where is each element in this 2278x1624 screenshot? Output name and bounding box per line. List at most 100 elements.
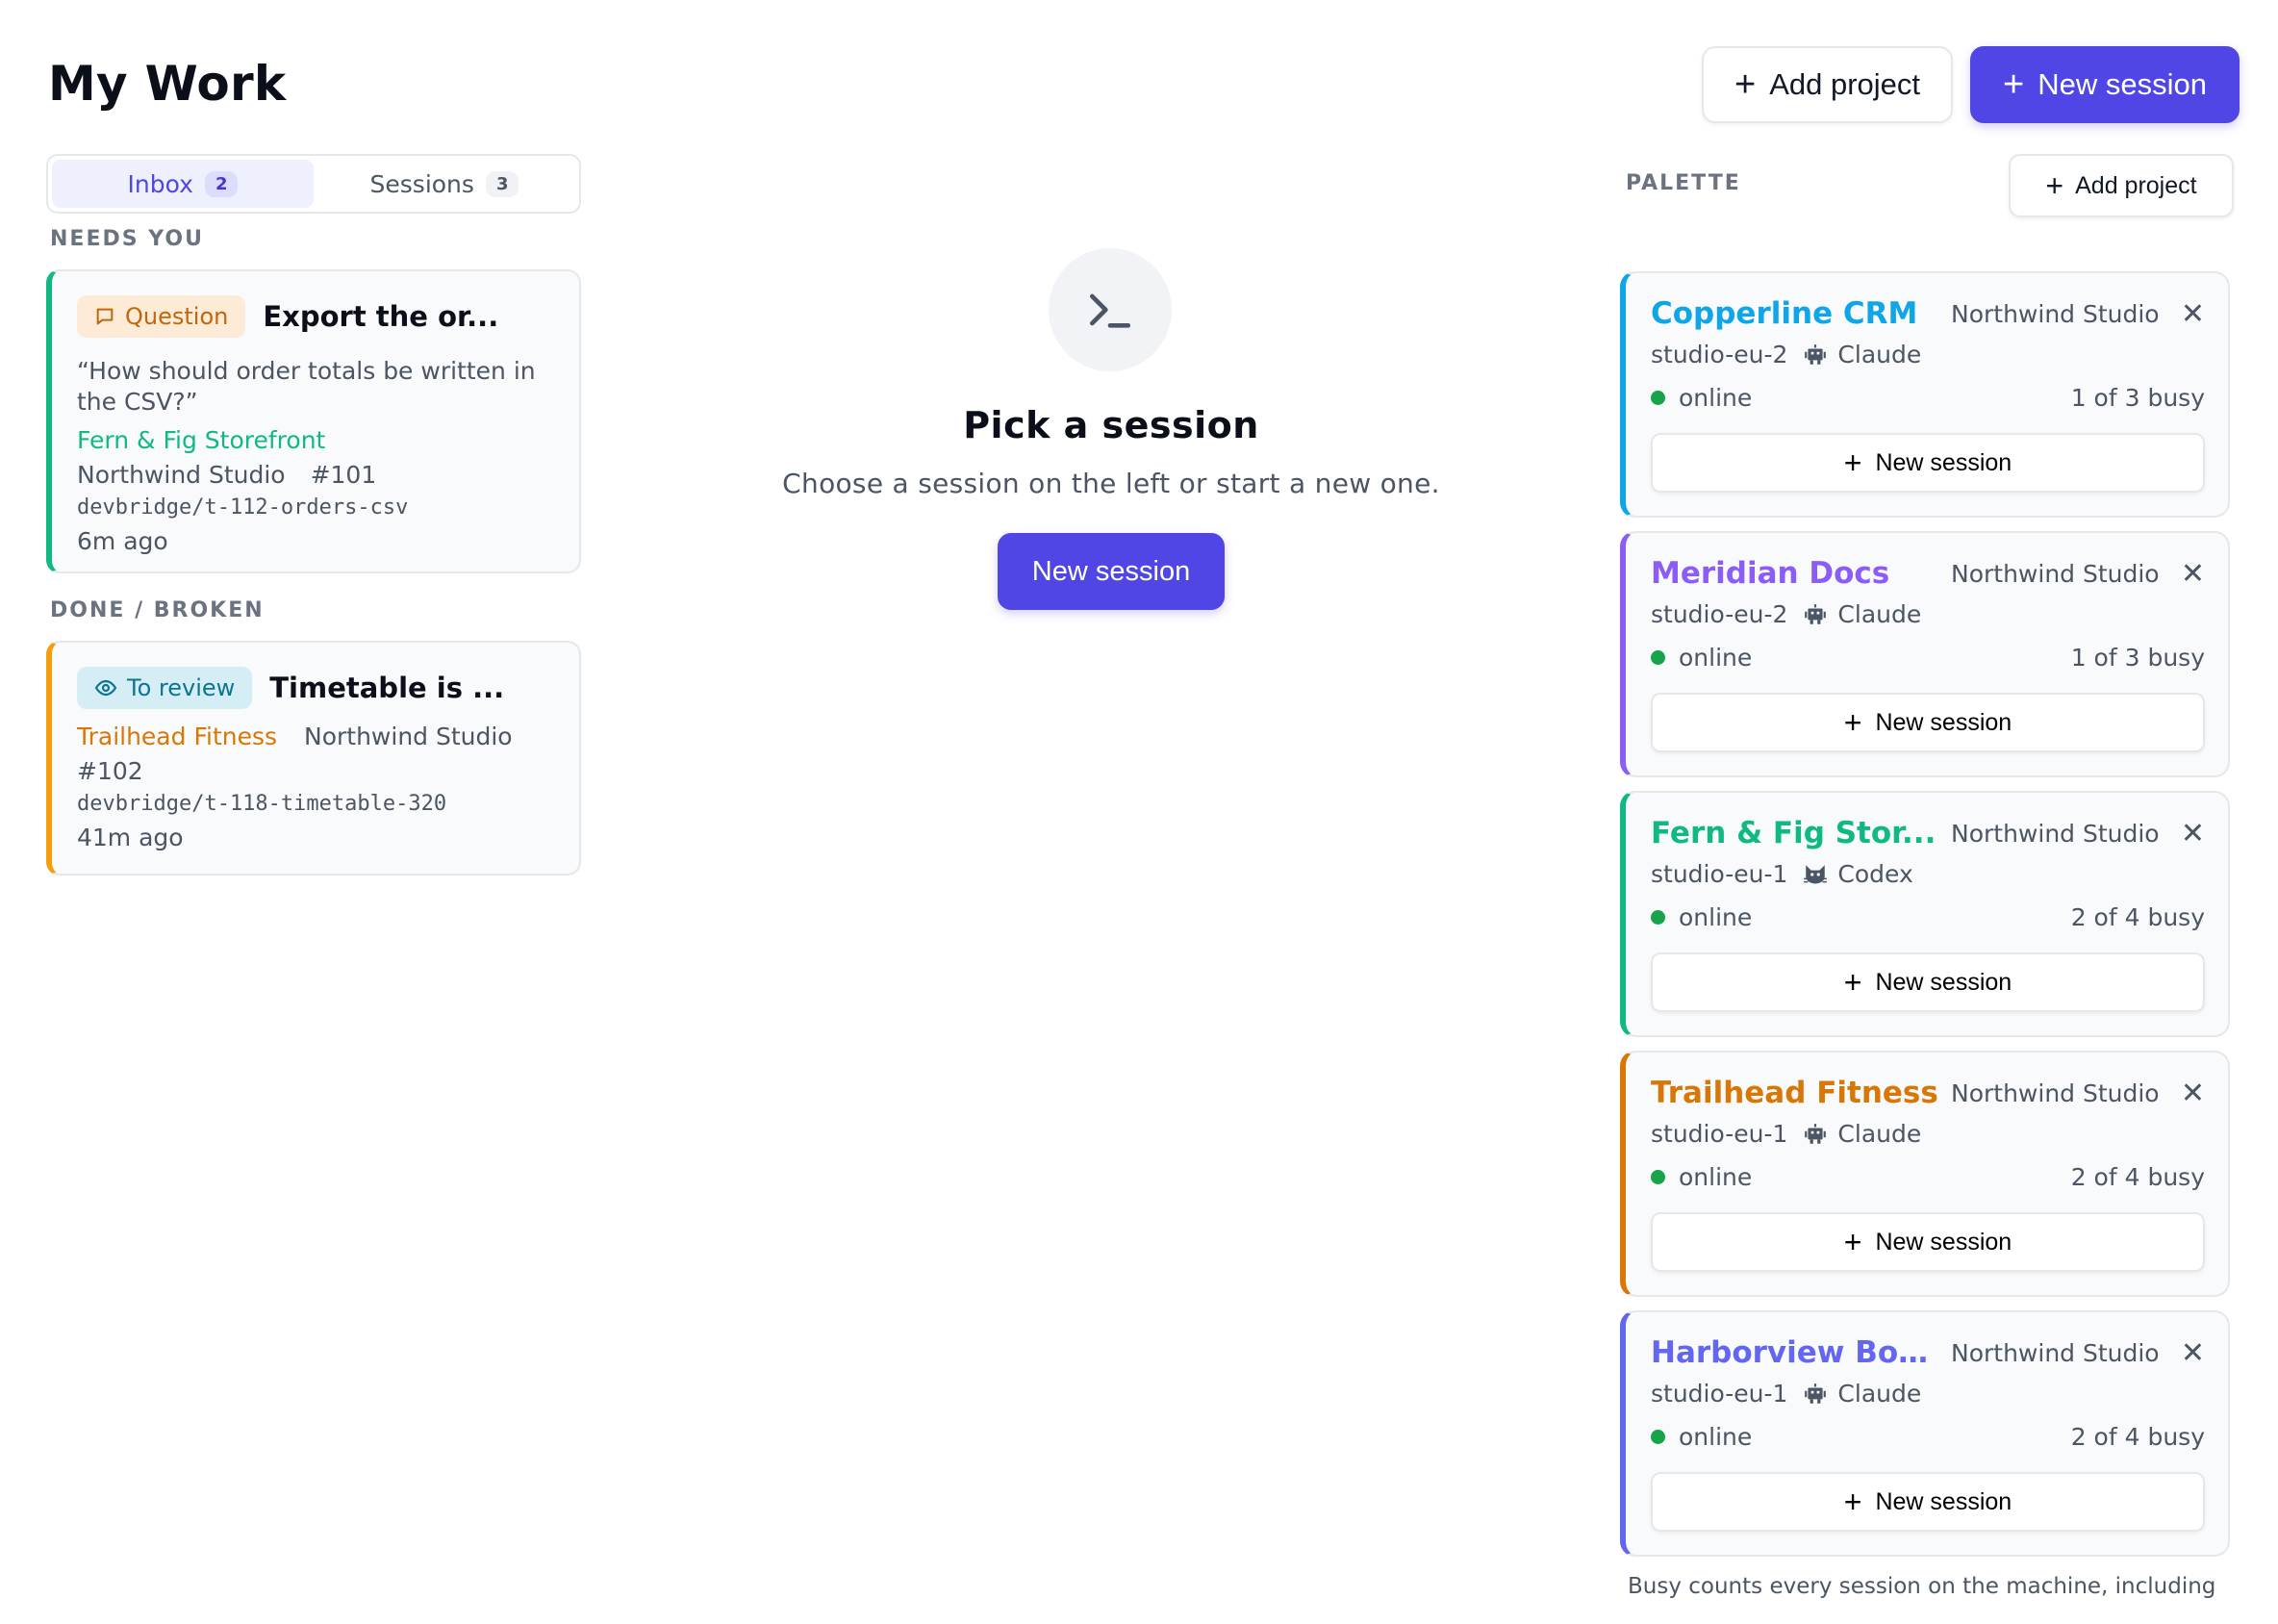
project-card[interactable]: Meridian Docs Northwind Studio ✕ studio-…	[1620, 531, 2230, 777]
card-title: Export the or...	[263, 300, 499, 333]
page-title: My Work	[48, 56, 287, 112]
project-busy-count: 2 of 4 busy	[2070, 1163, 2205, 1191]
tab-count-badge: 3	[485, 170, 519, 197]
project-new-session-button[interactable]: + New session	[1651, 433, 2205, 493]
tab-count-badge: 2	[204, 170, 239, 197]
project-agent: Claude	[1837, 600, 1922, 628]
close-icon[interactable]: ✕	[2181, 1336, 2205, 1370]
project-name: Meridian Docs	[1651, 556, 1890, 591]
section-label-done-broken: DONE / BROKEN	[50, 598, 265, 622]
project-card[interactable]: Harborview Boo... Northwind Studio ✕ stu…	[1620, 1310, 2230, 1557]
project-status: online	[1679, 1163, 1753, 1191]
inbox-card[interactable]: To review Timetable is ... Trailhead Fit…	[46, 641, 581, 875]
cat-icon	[1803, 862, 1828, 887]
project-busy-count: 1 of 3 busy	[2070, 384, 2205, 412]
plus-icon: +	[1843, 965, 1862, 1000]
tag-label: To review	[127, 674, 236, 701]
top-actions: + Add project + New session	[1702, 46, 2240, 123]
plus-icon: +	[1843, 445, 1862, 480]
project-status: online	[1679, 903, 1753, 931]
plus-icon: +	[2003, 64, 2025, 105]
robot-icon	[1803, 602, 1828, 627]
project-org: Northwind Studio	[1951, 1338, 2160, 1367]
card-ticket: #102	[77, 757, 143, 785]
project-agent: Claude	[1837, 341, 1922, 368]
project-org: Northwind Studio	[1951, 559, 2160, 588]
palette-footnote: Busy counts every session on the machine…	[1628, 1574, 2216, 1599]
project-org: Northwind Studio	[1951, 819, 2160, 848]
tab-inbox[interactable]: Inbox 2	[52, 160, 314, 208]
chat-bubble-icon	[96, 308, 114, 325]
new-session-label: New session	[1875, 448, 2012, 476]
robot-icon	[1803, 1382, 1828, 1407]
project-host: studio-eu-1	[1651, 1380, 1788, 1408]
project-agent: Claude	[1837, 1380, 1922, 1408]
status-dot-icon	[1651, 391, 1665, 405]
project-status: online	[1679, 384, 1753, 412]
close-icon[interactable]: ✕	[2181, 1077, 2205, 1110]
project-status: online	[1679, 1423, 1753, 1451]
plus-icon: +	[1843, 1225, 1862, 1259]
close-icon[interactable]: ✕	[2181, 557, 2205, 591]
card-time: 41m ago	[77, 824, 184, 851]
add-project-label: Add project	[1769, 67, 1921, 101]
project-agent: Claude	[1837, 1120, 1922, 1148]
card-org: Northwind Studio	[304, 723, 513, 750]
card-time: 6m ago	[77, 527, 168, 555]
tag-label: Question	[125, 303, 229, 330]
add-project-label: Add project	[2075, 171, 2197, 199]
robot-icon	[1803, 343, 1828, 368]
palette-add-project-button[interactable]: + Add project	[2009, 154, 2234, 217]
new-session-label: New session	[2038, 67, 2207, 101]
status-dot-icon	[1651, 650, 1665, 665]
terminal-icon	[1049, 248, 1172, 371]
plus-icon: +	[2045, 168, 2064, 203]
new-session-label: New session	[1875, 1487, 2012, 1515]
plus-icon: +	[1843, 705, 1862, 740]
card-project: Trailhead Fitness	[77, 723, 278, 750]
project-card[interactable]: Trailhead Fitness Northwind Studio ✕ stu…	[1620, 1051, 2230, 1297]
project-name: Fern & Fig Stor...	[1651, 816, 1936, 850]
card-branch: devbridge/t-118-timetable-320	[77, 792, 447, 816]
palette-label: PALETTE	[1626, 171, 1741, 195]
project-new-session-button[interactable]: + New session	[1651, 1472, 2205, 1532]
project-host: studio-eu-1	[1651, 860, 1788, 888]
plus-icon: +	[1843, 1484, 1862, 1519]
close-icon[interactable]: ✕	[2181, 297, 2205, 331]
project-host: studio-eu-1	[1651, 1120, 1788, 1148]
status-dot-icon	[1651, 910, 1665, 925]
inbox-sessions-tabs: Inbox 2 Sessions 3	[46, 154, 581, 214]
new-session-label: New session	[1875, 968, 2012, 996]
project-new-session-button[interactable]: + New session	[1651, 952, 2205, 1012]
new-session-label: New session	[1875, 708, 2012, 736]
project-org: Northwind Studio	[1951, 1078, 2160, 1107]
project-card[interactable]: Copperline CRM Northwind Studio ✕ studio…	[1620, 271, 2230, 518]
new-session-button[interactable]: + New session	[1970, 46, 2240, 123]
add-project-button[interactable]: + Add project	[1702, 46, 1954, 123]
status-dot-icon	[1651, 1430, 1665, 1444]
project-name: Copperline CRM	[1651, 296, 1918, 331]
status-dot-icon	[1651, 1170, 1665, 1184]
question-tag: Question	[77, 295, 246, 338]
card-title: Timetable is ...	[269, 672, 505, 704]
project-busy-count: 1 of 3 busy	[2070, 644, 2205, 672]
plus-icon: +	[1734, 64, 1757, 105]
project-host: studio-eu-2	[1651, 341, 1788, 368]
center-new-session-button[interactable]: New session	[998, 533, 1225, 610]
section-label-needs-you: NEEDS YOU	[50, 227, 204, 251]
project-name: Trailhead Fitness	[1651, 1076, 1938, 1110]
eye-icon	[94, 679, 117, 697]
project-agent: Codex	[1837, 860, 1913, 888]
tab-sessions[interactable]: Sessions 3	[314, 160, 575, 208]
tab-label: Sessions	[369, 169, 474, 198]
review-tag: To review	[77, 667, 253, 709]
project-card[interactable]: Fern & Fig Stor... Northwind Studio ✕ st…	[1620, 791, 2230, 1037]
project-org: Northwind Studio	[1951, 299, 2160, 328]
project-host: studio-eu-2	[1651, 600, 1788, 628]
new-session-label: New session	[1875, 1228, 2012, 1256]
project-busy-count: 2 of 4 busy	[2070, 1423, 2205, 1451]
project-new-session-button[interactable]: + New session	[1651, 1212, 2205, 1272]
close-icon[interactable]: ✕	[2181, 817, 2205, 850]
project-status: online	[1679, 644, 1753, 672]
project-new-session-button[interactable]: + New session	[1651, 693, 2205, 752]
